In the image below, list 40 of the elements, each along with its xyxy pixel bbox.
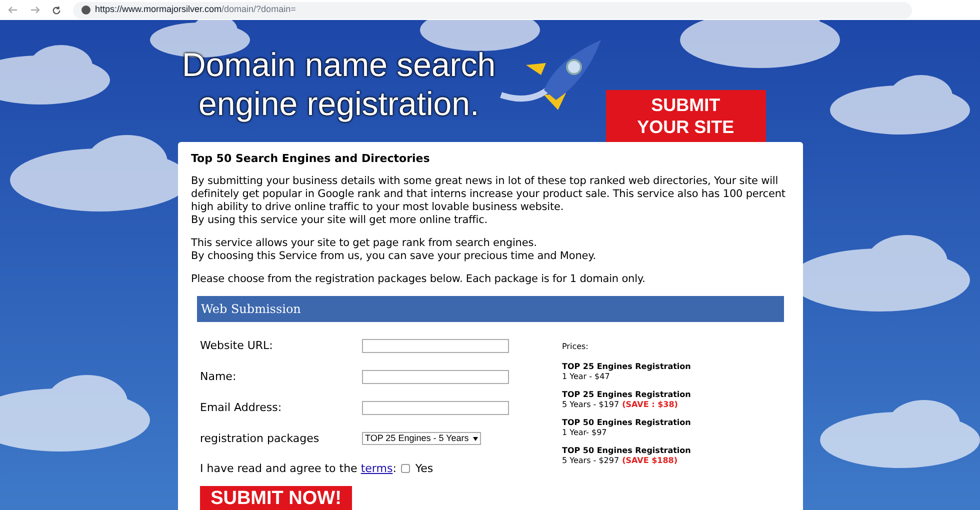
terms-link[interactable]: terms: [360, 462, 393, 474]
package-dropdown[interactable]: TOP 25 Engines - 5 Years: [362, 432, 481, 445]
forward-icon[interactable]: [30, 6, 40, 14]
price-name: TOP 50 Engines Registration: [562, 446, 691, 456]
back-icon[interactable]: [8, 6, 18, 14]
paragraph: Please choose from the registration packages below. Each package is for 1 domain only.: [191, 273, 646, 286]
submit-now-button[interactable]: SUBMIT NOW!: [200, 486, 352, 510]
reload-icon[interactable]: [52, 6, 61, 14]
input-field[interactable]: [362, 370, 509, 384]
input-field[interactable]: [362, 400, 509, 414]
savings-text: (SAVE $188): [622, 456, 678, 466]
url-text: https://www.mormajorsilver.com/domain/?domain=: [95, 3, 296, 16]
headline-text: engine registration.: [198, 84, 480, 123]
field-label: Email Address:: [200, 401, 283, 414]
field-label: Name:: [200, 370, 238, 383]
form-header: Web Submission: [197, 296, 784, 322]
price-detail: 5 Years - $297: [562, 456, 620, 466]
price-detail: 1 Year- $97: [562, 428, 607, 438]
paragraph: By choosing this Service from us, you can save your precious time and Money.: [191, 250, 597, 263]
price-detail: 1 Year - $47: [562, 372, 610, 382]
paragraph: By submitting your business details with some great news in lot of these top ranked web directories, Your site will definitely get popular in Google rank and that interns increase your product sale. This service also has 100 percent high ability to drive online traffic to your most lovable business website.: [191, 175, 786, 214]
address-bar[interactable]: https://www.mormajorsilver.com/domain/?domain=: [73, 2, 912, 18]
section-title: Top 50 Search Engines and Directories: [191, 152, 431, 165]
headline-text: Domain name search: [182, 45, 496, 84]
paragraph: This service allows your site to get page rank from search engines.: [191, 237, 538, 250]
paragraph: By using this service your site will get more online traffic.: [191, 214, 488, 227]
field-label: Website URL:: [200, 339, 274, 352]
price-name: TOP 25 Engines Registration: [562, 362, 691, 372]
terms-checkbox[interactable]: [401, 464, 410, 472]
prices-label: Prices:: [562, 342, 590, 352]
savings-text: (SAVE : $38): [622, 400, 678, 410]
terms-text: I have read and agree to the terms:: [200, 462, 396, 474]
submit-site-button[interactable]: SUBMIT YOUR SITE: [606, 90, 766, 142]
field-label: registration packages: [200, 432, 320, 445]
price-name: TOP 50 Engines Registration: [562, 418, 691, 428]
price-detail: 5 Years - $197: [562, 400, 620, 410]
input-field[interactable]: [362, 338, 509, 352]
price-name: TOP 25 Engines Registration: [562, 390, 691, 400]
checkbox-label: Yes: [415, 462, 434, 474]
caret-icon: [472, 436, 478, 440]
